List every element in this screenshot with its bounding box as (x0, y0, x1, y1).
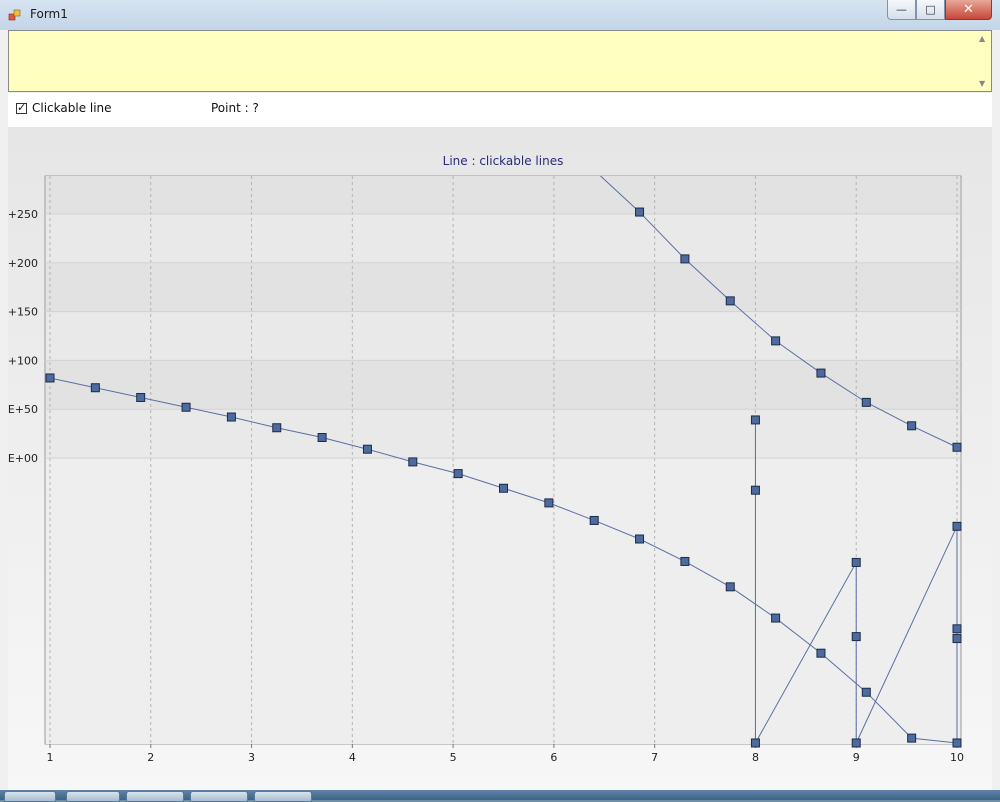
chart-area[interactable]: +250 +200 +150 +100 E+50 E+00 1 2 3 4 5 6 7 8 9 10 Line … (8, 127, 992, 790)
x-tick-label: 2 (147, 751, 154, 764)
y-tick-label: E+00 (8, 452, 38, 465)
scroll-up-icon[interactable]: ▲ (979, 34, 985, 43)
options-bar: ✓ Clickable line Point : ? (8, 93, 992, 127)
scroll-down-icon[interactable]: ▼ (979, 79, 985, 88)
line-chart[interactable]: +250 +200 +150 +100 E+50 E+00 1 2 3 4 5 6 7 8 9 10 Line … (8, 127, 992, 790)
y-tick-label: E+50 (8, 403, 38, 416)
data-point[interactable] (90, 383, 100, 393)
x-tick-label: 9 (853, 751, 860, 764)
data-point[interactable] (272, 423, 282, 433)
window-controls: — □ ✕ (887, 0, 992, 20)
maximize-icon: □ (925, 3, 936, 16)
data-point[interactable] (750, 415, 760, 425)
y-tick-label: +250 (8, 208, 38, 221)
data-point[interactable] (226, 412, 236, 422)
data-point[interactable] (952, 624, 962, 634)
x-tick-label: 3 (248, 751, 255, 764)
data-point[interactable] (725, 296, 735, 306)
data-point[interactable] (136, 392, 146, 402)
data-point[interactable] (635, 207, 645, 217)
data-point[interactable] (750, 738, 760, 748)
data-point[interactable] (907, 421, 917, 431)
y-tick-label: +100 (8, 354, 38, 367)
data-point[interactable] (590, 166, 598, 174)
data-point[interactable] (816, 368, 826, 378)
point-readout: Point : ? (211, 101, 259, 115)
data-point[interactable] (750, 485, 760, 495)
minimize-icon: — (896, 3, 907, 16)
plot-band (46, 409, 960, 458)
taskbar-button-excel[interactable] (126, 791, 184, 802)
plot-band (46, 214, 960, 263)
close-icon: ✕ (963, 2, 974, 17)
data-point[interactable] (952, 442, 962, 452)
window-title: Form1 (30, 7, 68, 21)
app-window: Form1 — □ ✕ ▲ ▼ ✓ Clickable line Point :… (0, 0, 1000, 790)
data-point[interactable] (861, 397, 871, 407)
data-point[interactable] (725, 582, 735, 592)
plot-band (46, 311, 960, 361)
plot-band (46, 360, 960, 410)
data-point[interactable] (816, 648, 826, 658)
x-tick-label: 5 (450, 751, 457, 764)
data-point[interactable] (453, 469, 463, 479)
data-point[interactable] (408, 457, 418, 467)
clickable-line-label[interactable]: Clickable line (32, 101, 112, 115)
log-scrollbar[interactable]: ▲ ▼ (975, 31, 991, 91)
data-point[interactable] (362, 444, 372, 454)
clickable-line-checkbox[interactable]: ✓ (16, 101, 27, 114)
taskbar-button-browser[interactable] (190, 791, 248, 802)
data-point[interactable] (771, 613, 781, 623)
form-app-icon (8, 9, 21, 21)
plot-band (46, 458, 960, 744)
data-point[interactable] (680, 556, 690, 566)
data-point[interactable] (45, 373, 55, 383)
x-tick-label: 8 (752, 751, 759, 764)
taskbar-button-folder[interactable] (254, 791, 312, 802)
log-textbox[interactable]: ▲ ▼ (8, 30, 992, 92)
minimize-button[interactable]: — (887, 0, 916, 20)
taskbar-button-app[interactable] (66, 791, 120, 802)
x-tick-label: 6 (550, 751, 557, 764)
data-point[interactable] (771, 336, 781, 346)
y-tick-label: +200 (8, 257, 38, 270)
x-tick-label: 1 (47, 751, 54, 764)
data-point[interactable] (499, 483, 508, 493)
data-point[interactable] (851, 557, 861, 567)
x-tick-label: 7 (651, 751, 658, 764)
data-point[interactable] (317, 433, 327, 443)
plot-band (46, 176, 960, 214)
data-point[interactable] (861, 687, 871, 697)
data-point[interactable] (680, 254, 690, 264)
data-point[interactable] (952, 521, 962, 531)
title-bar[interactable]: Form1 — □ ✕ (0, 0, 1000, 30)
x-tick-label: 4 (349, 751, 356, 764)
plot-band (46, 262, 960, 312)
data-point[interactable] (544, 498, 554, 508)
data-point[interactable] (907, 733, 917, 743)
data-point[interactable] (851, 632, 861, 642)
y-tick-label: +150 (8, 306, 38, 319)
data-point[interactable] (181, 402, 191, 412)
taskbar-button-start[interactable] (4, 791, 56, 802)
data-point[interactable] (635, 534, 645, 544)
x-tick-label: 10 (950, 751, 964, 764)
data-point[interactable] (952, 738, 962, 748)
data-point[interactable] (851, 738, 861, 748)
close-button[interactable]: ✕ (945, 0, 992, 20)
taskbar (0, 790, 1000, 802)
data-point[interactable] (589, 515, 599, 525)
maximize-button[interactable]: □ (916, 0, 945, 20)
chart-title: Line : clickable lines (443, 154, 564, 168)
data-point[interactable] (952, 634, 962, 644)
check-mark-icon: ✓ (17, 101, 27, 114)
